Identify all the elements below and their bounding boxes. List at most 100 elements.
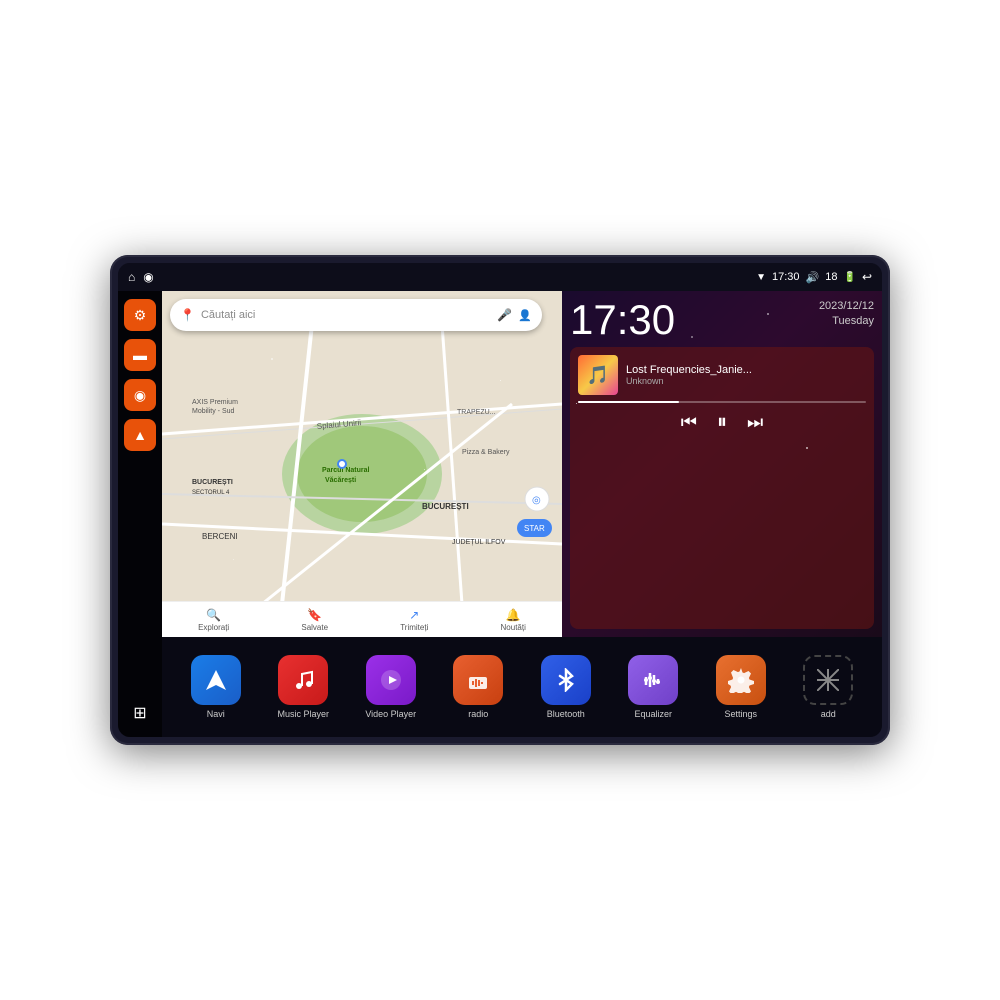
bluetooth-label: Bluetooth xyxy=(547,709,585,719)
track-name: Lost Frequencies_Janie... xyxy=(626,364,866,376)
map-nav-news[interactable]: 🔔 Noutăți xyxy=(501,608,526,632)
files-icon: ▬ xyxy=(133,347,147,363)
volume-icon: 🔊 xyxy=(806,271,820,284)
app-navi[interactable]: Navi xyxy=(186,655,246,719)
clock-section: 17:30 2023/12/12 Tuesday xyxy=(570,299,874,341)
battery-level: 18 xyxy=(825,271,837,283)
music-section: 🎵 Lost Frequencies_Janie... Unknown xyxy=(570,347,874,629)
clock-day-value: Tuesday xyxy=(832,315,874,327)
top-row: 📍 Căutați aici 🎤 👤 xyxy=(162,291,882,637)
music-player-label: Music Player xyxy=(277,709,329,719)
svg-text:Parcul Natural: Parcul Natural xyxy=(322,467,370,474)
grid-icon: ⊞ xyxy=(133,703,146,723)
status-right: ▼ 17:30 🔊 18 🔋 ↩ xyxy=(756,270,872,284)
equalizer-icon xyxy=(628,655,678,705)
sidebar-btn-settings[interactable]: ⚙ xyxy=(124,299,156,331)
nav-arrow-icon: ▲ xyxy=(133,427,147,443)
prev-button[interactable]: ⏮ xyxy=(681,412,697,433)
music-track-row: 🎵 Lost Frequencies_Janie... Unknown xyxy=(578,355,866,395)
map-nav-send[interactable]: ↗ Trimiteți xyxy=(400,608,428,632)
map-search-bar[interactable]: 📍 Căutați aici 🎤 👤 xyxy=(170,299,542,331)
app-grid: Navi Music Player Video Player xyxy=(162,637,882,737)
app-radio[interactable]: radio xyxy=(448,655,508,719)
track-artist: Unknown xyxy=(626,376,866,386)
battery-icon: 🔋 xyxy=(843,272,855,283)
map-svg: Splaiul Unirii BUCUREȘTI SECTORUL 4 BUCU… xyxy=(162,291,562,637)
app-add[interactable]: add xyxy=(798,655,858,719)
app-video-player[interactable]: Video Player xyxy=(361,655,421,719)
center-area: 📍 Căutați aici 🎤 👤 xyxy=(162,291,882,737)
svg-text:TRAPEZU...: TRAPEZU... xyxy=(457,409,496,416)
map-pin-icon[interactable]: ◉ xyxy=(143,270,153,284)
map-bottom-bar: 🔍 Explorați 🔖 Salvate ↗ Trimiteți xyxy=(162,601,562,637)
sidebar-btn-navigation[interactable]: ▲ xyxy=(124,419,156,451)
app-bluetooth[interactable]: Bluetooth xyxy=(536,655,596,719)
video-player-label: Video Player xyxy=(365,709,416,719)
settings-app-icon xyxy=(716,655,766,705)
svg-text:BUCUREȘTI: BUCUREȘTI xyxy=(422,502,469,511)
mic-icon[interactable]: 🎤 xyxy=(497,308,512,322)
explore-icon: 🔍 xyxy=(206,608,221,622)
svg-text:STAR: STAR xyxy=(524,524,545,533)
next-button[interactable]: ⏭ xyxy=(747,412,763,433)
map-container: 📍 Căutați aici 🎤 👤 xyxy=(162,291,562,637)
map-icon: ◉ xyxy=(134,387,146,404)
map-nav-explore[interactable]: 🔍 Explorați xyxy=(198,608,229,632)
wifi-icon: ▼ xyxy=(756,272,766,283)
news-icon: 🔔 xyxy=(506,608,521,622)
clock-date-value: 2023/12/12 xyxy=(819,300,874,312)
status-bar: ⌂ ◉ ▼ 17:30 🔊 18 🔋 ↩ xyxy=(118,263,882,291)
app-settings[interactable]: Settings xyxy=(711,655,771,719)
car-head-unit: ⌂ ◉ ▼ 17:30 🔊 18 🔋 ↩ ⚙ ▬ xyxy=(110,255,890,745)
send-icon: ↗ xyxy=(409,608,419,622)
sidebar: ⚙ ▬ ◉ ▲ ⊞ xyxy=(118,291,162,737)
main-content: ⚙ ▬ ◉ ▲ ⊞ xyxy=(118,291,882,737)
progress-fill xyxy=(578,401,679,403)
app-equalizer[interactable]: Equalizer xyxy=(623,655,683,719)
gear-icon: ⚙ xyxy=(134,307,147,324)
add-label: add xyxy=(821,709,836,719)
news-label: Noutăți xyxy=(501,623,526,632)
progress-bar[interactable] xyxy=(578,401,866,403)
radio-label: radio xyxy=(468,709,488,719)
svg-text:Mobility - Sud: Mobility - Sud xyxy=(192,408,235,415)
right-panel: 17:30 2023/12/12 Tuesday 🎵 Lost Frequenc… xyxy=(562,291,882,637)
music-controls: ⏮ ⏸ ⏭ xyxy=(578,411,866,434)
send-label: Trimiteți xyxy=(400,623,428,632)
settings-label: Settings xyxy=(724,709,757,719)
status-left: ⌂ ◉ xyxy=(128,270,154,284)
google-maps-icon: 📍 xyxy=(180,308,195,322)
app-music-player[interactable]: Music Player xyxy=(273,655,333,719)
pause-button[interactable]: ⏸ xyxy=(717,411,727,434)
home-icon[interactable]: ⌂ xyxy=(128,270,135,284)
svg-text:BERCENI: BERCENI xyxy=(202,532,238,541)
sidebar-btn-maps[interactable]: ◉ xyxy=(124,379,156,411)
sidebar-btn-apps[interactable]: ⊞ xyxy=(124,697,156,729)
navi-label: Navi xyxy=(207,709,225,719)
add-icon xyxy=(803,655,853,705)
svg-text:SECTORUL 4: SECTORUL 4 xyxy=(192,490,230,496)
user-icon[interactable]: 👤 xyxy=(518,309,532,322)
map-search-placeholder[interactable]: Căutați aici xyxy=(201,309,491,321)
back-icon[interactable]: ↩ xyxy=(862,270,872,284)
clock-date: 2023/12/12 Tuesday xyxy=(819,299,874,330)
equalizer-label: Equalizer xyxy=(634,709,672,719)
bluetooth-app-icon xyxy=(541,655,591,705)
album-art: 🎵 xyxy=(578,355,618,395)
svg-text:AXIS Premium: AXIS Premium xyxy=(192,399,238,406)
track-info: Lost Frequencies_Janie... Unknown xyxy=(626,364,866,386)
status-time: 17:30 xyxy=(772,271,800,283)
sidebar-btn-files[interactable]: ▬ xyxy=(124,339,156,371)
svg-text:Văcărești: Văcărești xyxy=(325,477,356,484)
saved-icon: 🔖 xyxy=(307,608,322,622)
music-icon xyxy=(278,655,328,705)
clock-time: 17:30 xyxy=(570,299,675,341)
svg-text:Pizza & Bakery: Pizza & Bakery xyxy=(462,449,510,456)
svg-text:BUCUREȘTI: BUCUREȘTI xyxy=(192,479,233,486)
map-nav-saved[interactable]: 🔖 Salvate xyxy=(301,608,328,632)
svg-text:◎: ◎ xyxy=(532,495,541,506)
explore-label: Explorați xyxy=(198,623,229,632)
video-icon xyxy=(366,655,416,705)
svg-text:JUDEȚUL ILFOV: JUDEȚUL ILFOV xyxy=(452,539,506,546)
screen: ⌂ ◉ ▼ 17:30 🔊 18 🔋 ↩ ⚙ ▬ xyxy=(118,263,882,737)
